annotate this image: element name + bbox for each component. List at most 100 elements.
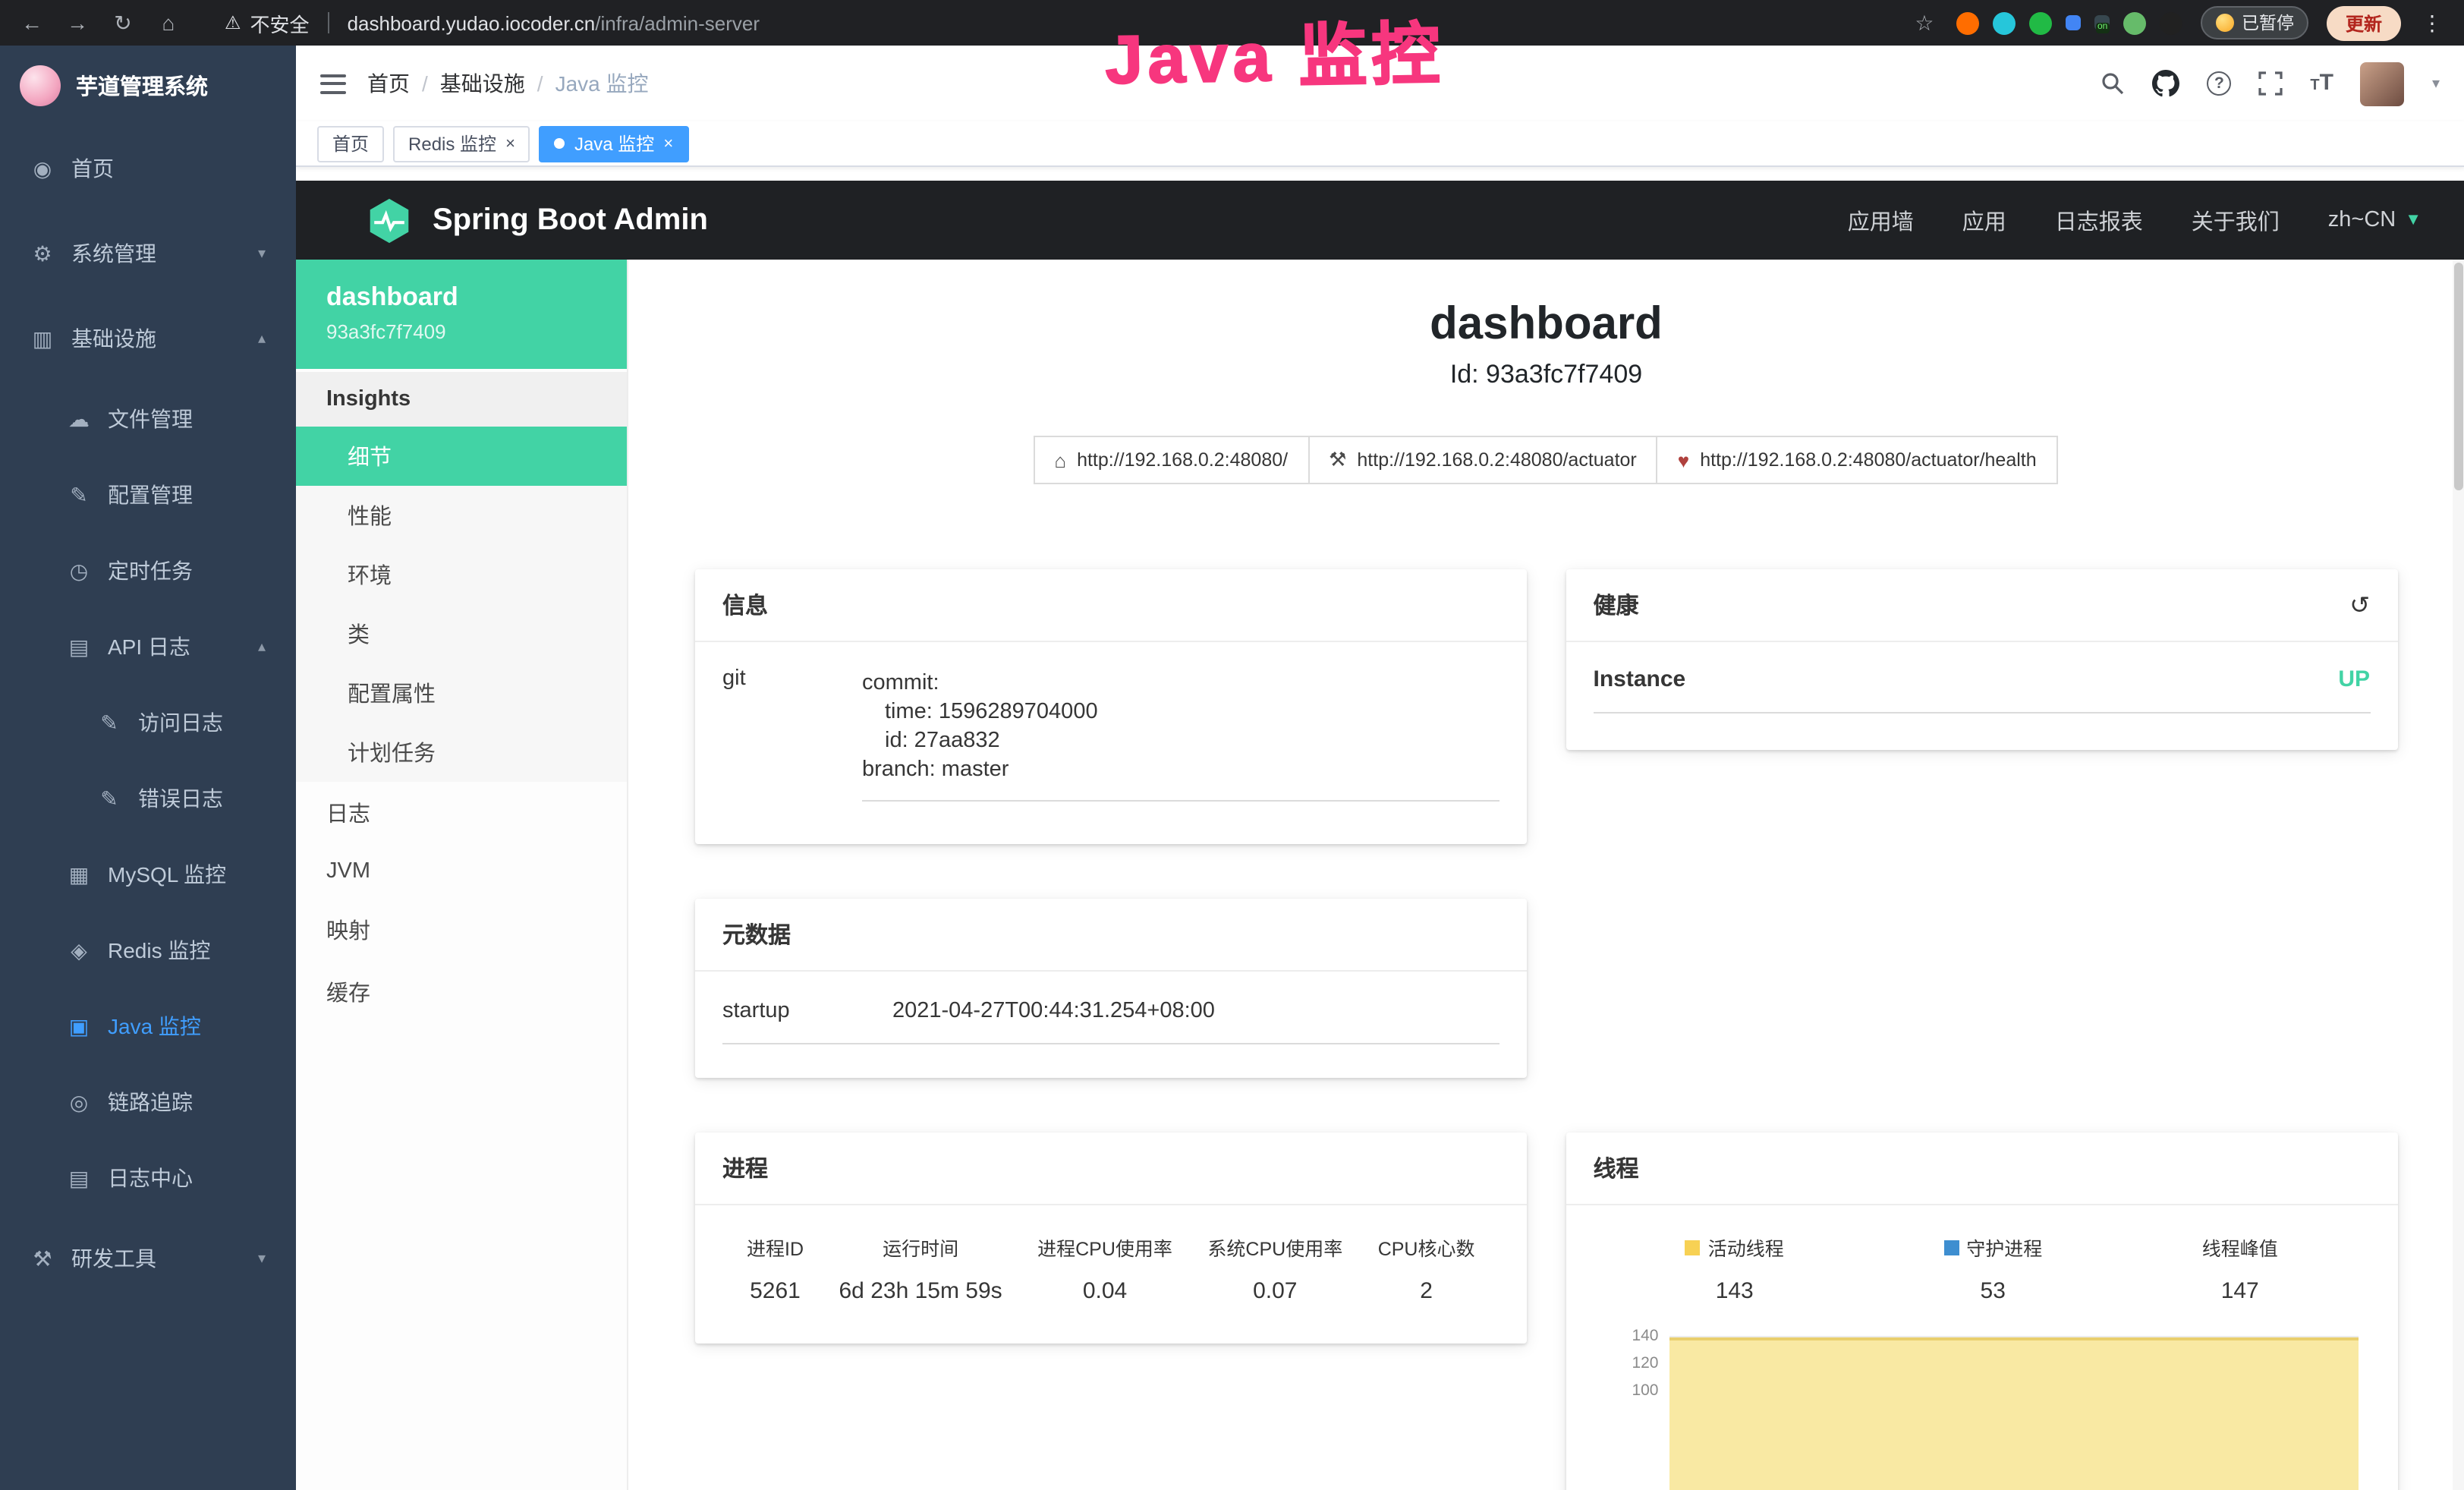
sba-brand[interactable]: Spring Boot Admin [364,195,708,245]
sba-menu-caches[interactable]: 缓存 [296,961,627,1023]
sidebar-item-config-manage[interactable]: ✎ 配置管理 [0,457,296,533]
sba-menu-config-props[interactable]: 配置属性 [296,663,627,723]
pencil-icon: ✎ [67,482,91,508]
sidebar-item-log-center[interactable]: ▤ 日志中心 [0,1140,296,1216]
extension-proxy-icon[interactable]: on [2094,15,2110,30]
sidebar-item-label: 基础设施 [71,323,156,354]
instance-name: dashboard [326,282,596,313]
dashboard-icon: ◉ [30,156,55,181]
extension-leaf-icon[interactable] [2123,11,2146,34]
tab-java-monitor[interactable]: Java 监控 × [540,125,688,162]
sba-menu-classes[interactable]: 类 [296,604,627,663]
breadcrumb-infrastructure[interactable]: 基础设施 [440,68,525,99]
extension-teal-icon[interactable] [1993,11,2016,34]
app-logo[interactable]: 芋道管理系统 [0,46,296,126]
stat-label: 进程ID [747,1233,804,1262]
collapse-sidebar-icon[interactable] [320,74,346,93]
reload-icon[interactable]: ↻ [109,10,137,36]
sba-menu-environment[interactable]: 环境 [296,545,627,604]
sidebar-item-home[interactable]: ◉ 首页 [0,126,296,211]
threads-legend: 活动线程 143 守护进程 53 线程峰值 147 [1606,1233,2359,1304]
kebab-menu-icon[interactable]: ⋮ [2418,10,2446,36]
sidebar-item-scheduled-jobs[interactable]: ◷ 定时任务 [0,533,296,609]
bookmark-star-icon[interactable]: ☆ [1911,10,1938,36]
extension-dark-icon[interactable] [2160,11,2182,34]
stat-value: 0.04 [1037,1278,1172,1304]
sidebar-item-api-log[interactable]: ▤ API 日志 ▴ [0,609,296,685]
user-avatar[interactable] [2361,61,2405,106]
sidebar-item-redis-monitor[interactable]: ◈ Redis 监控 [0,912,296,988]
sba-nav-about[interactable]: 关于我们 [2192,204,2280,236]
sidebar-item-file-manage[interactable]: ☁ 文件管理 [0,381,296,457]
font-size-icon[interactable]: TT [2310,70,2333,97]
locale-select[interactable]: zh~CN ▼ [2328,208,2422,232]
locale-label: zh~CN [2328,208,2396,232]
sba-menu-logs[interactable]: 日志 [296,782,627,844]
update-button[interactable]: 更新 [2327,5,2400,40]
extension-green-icon[interactable] [2029,11,2052,34]
emoji-icon [2216,14,2234,32]
database-icon: ▦ [67,862,91,887]
tab-close-icon[interactable]: × [505,134,515,153]
breadcrumb-home[interactable]: 首页 [367,68,410,99]
tab-label: Java 监控 [574,131,654,156]
paused-badge[interactable]: 已暂停 [2201,6,2309,39]
history-icon[interactable]: ↺ [2349,590,2370,620]
sidebar-item-label: 定时任务 [108,556,193,586]
sidebar-item-label: 访问日志 [138,707,223,738]
sba-nav-wallboard[interactable]: 应用墙 [1848,204,1914,236]
extension-blue-grid-icon[interactable] [2066,15,2081,30]
sba-nav-applications[interactable]: 应用 [1962,204,2006,236]
extension-orange-icon[interactable] [1956,11,1979,34]
sba-menu-scheduled-tasks[interactable]: 计划任务 [296,723,627,782]
health-url: http://192.168.0.2:48080/actuator/health [1700,449,2036,471]
sidebar-item-access-log[interactable]: ✎ 访问日志 [0,685,296,761]
sidebar-item-tracing[interactable]: ◎ 链路追踪 [0,1064,296,1140]
tab-label: Redis 监控 [408,131,496,156]
sba-menu-mappings[interactable]: 映射 [296,899,627,961]
home-icon[interactable]: ⌂ [155,11,182,35]
infrastructure-icon: ▥ [30,326,55,351]
health-url-button[interactable]: ♥ http://192.168.0.2:48080/actuator/heal… [1657,436,2058,484]
sidebar-item-java-monitor[interactable]: ▣ Java 监控 [0,988,296,1064]
service-url-button[interactable]: ⌂ http://192.168.0.2:48080/ [1033,436,1309,484]
back-icon[interactable]: ← [18,11,46,35]
gear-icon: ⚙ [30,241,55,266]
info-values: commit: time: 1596289704000 id: 27aa832 … [862,666,1499,802]
sidebar-item-label: MySQL 监控 [108,859,226,890]
sba-menu-metrics[interactable]: 性能 [296,486,627,545]
chart-plot-area [1669,1328,2359,1490]
sba-instance-header[interactable]: dashboard 93a3fc7f7409 [296,260,627,369]
sba-menu-details[interactable]: 细节 [296,427,627,486]
sba-menu-jvm[interactable]: JVM [296,844,627,899]
site-security[interactable]: ⚠ 不安全 [225,8,310,37]
fullscreen-icon[interactable] [2258,71,2283,96]
address-bar[interactable]: dashboard.yudao.iocoder.cn/infra/admin-s… [348,11,760,34]
scrollbar-thumb[interactable] [2453,263,2462,490]
clock-icon: ◷ [67,558,91,584]
legend-color-swatch [1685,1240,1701,1255]
sba-nav-journal[interactable]: 日志报表 [2055,204,2143,236]
forward-icon[interactable]: → [64,11,91,35]
avatar-caret-icon[interactable]: ▾ [2432,75,2440,92]
search-icon[interactable] [2101,71,2125,96]
sidebar-item-infrastructure[interactable]: ▥ 基础设施 ▴ [0,296,296,381]
info-line: branch: master [862,758,1499,782]
browser-toolbar: ← → ↻ ⌂ ⚠ 不安全 dashboard.yudao.iocoder.cn… [0,0,2464,46]
sidebar-item-system[interactable]: ⚙ 系统管理 ▾ [0,211,296,296]
live-threads-area [1669,1337,2359,1490]
help-icon[interactable]: ? [2207,71,2231,96]
sidebar-item-error-log[interactable]: ✎ 错误日志 [0,761,296,836]
stat-value: 5261 [747,1278,804,1304]
actuator-url-button[interactable]: ⚒ http://192.168.0.2:48080/actuator [1308,436,1658,484]
github-icon[interactable] [2152,70,2179,97]
log-icon: ▤ [67,1165,91,1191]
tab-close-icon[interactable]: × [663,134,673,153]
sidebar-item-mysql-monitor[interactable]: ▦ MySQL 监控 [0,836,296,912]
tab-home[interactable]: 首页 [317,125,384,162]
metadata-card: 元数据 startup 2021-04-27T00:44:31.254+08:0… [695,899,1527,1078]
sba-logo-icon [364,195,414,245]
tab-redis-monitor[interactable]: Redis 监控 × [393,125,530,162]
legend-value: 53 [1943,1278,2042,1304]
sidebar-item-dev-tools[interactable]: ⚒ 研发工具 ▾ [0,1216,296,1301]
